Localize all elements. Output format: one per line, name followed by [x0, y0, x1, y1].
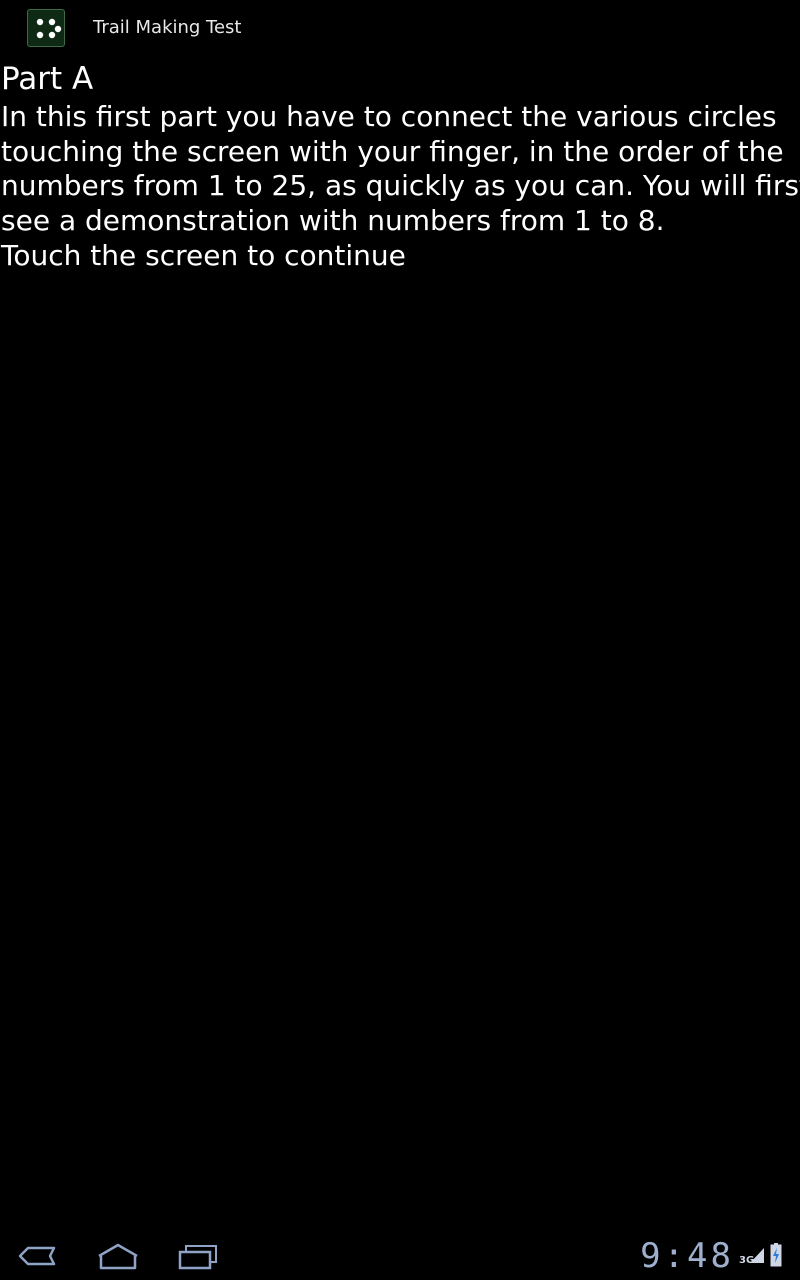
app-icon	[27, 9, 65, 47]
home-button[interactable]	[93, 1240, 143, 1272]
dots-icon	[36, 18, 62, 39]
app-title: Trail Making Test	[93, 17, 242, 38]
instruction-line: In this first part you have to connect t…	[1, 100, 777, 133]
instructions-content[interactable]: Part A In this first part you have to co…	[0, 58, 800, 274]
system-bar: 9:48 3G	[0, 1232, 800, 1280]
recent-apps-button[interactable]	[172, 1240, 222, 1272]
instruction-line: see a demonstration with numbers from 1 …	[1, 204, 665, 238]
continue-prompt[interactable]: Touch the screen to continue	[0, 239, 800, 274]
action-bar: Trail Making Test	[0, 0, 800, 58]
home-icon	[98, 1243, 138, 1270]
battery-icon	[770, 1243, 782, 1267]
back-button[interactable]	[14, 1240, 64, 1272]
instruction-line: numbers from 1 to 25, as quickly as you …	[1, 169, 800, 203]
instruction-line: touching the screen with your finger, in…	[1, 134, 784, 168]
back-icon	[18, 1246, 56, 1266]
clock[interactable]: 9:48	[640, 1236, 734, 1276]
screen[interactable]: Trail Making Test Part A In this first p…	[0, 0, 800, 1280]
part-title: Part A	[1, 61, 94, 97]
recent-apps-icon	[178, 1245, 217, 1270]
signal-icon	[750, 1248, 764, 1263]
instructions-text: In this first part you have to connect t…	[0, 100, 800, 239]
